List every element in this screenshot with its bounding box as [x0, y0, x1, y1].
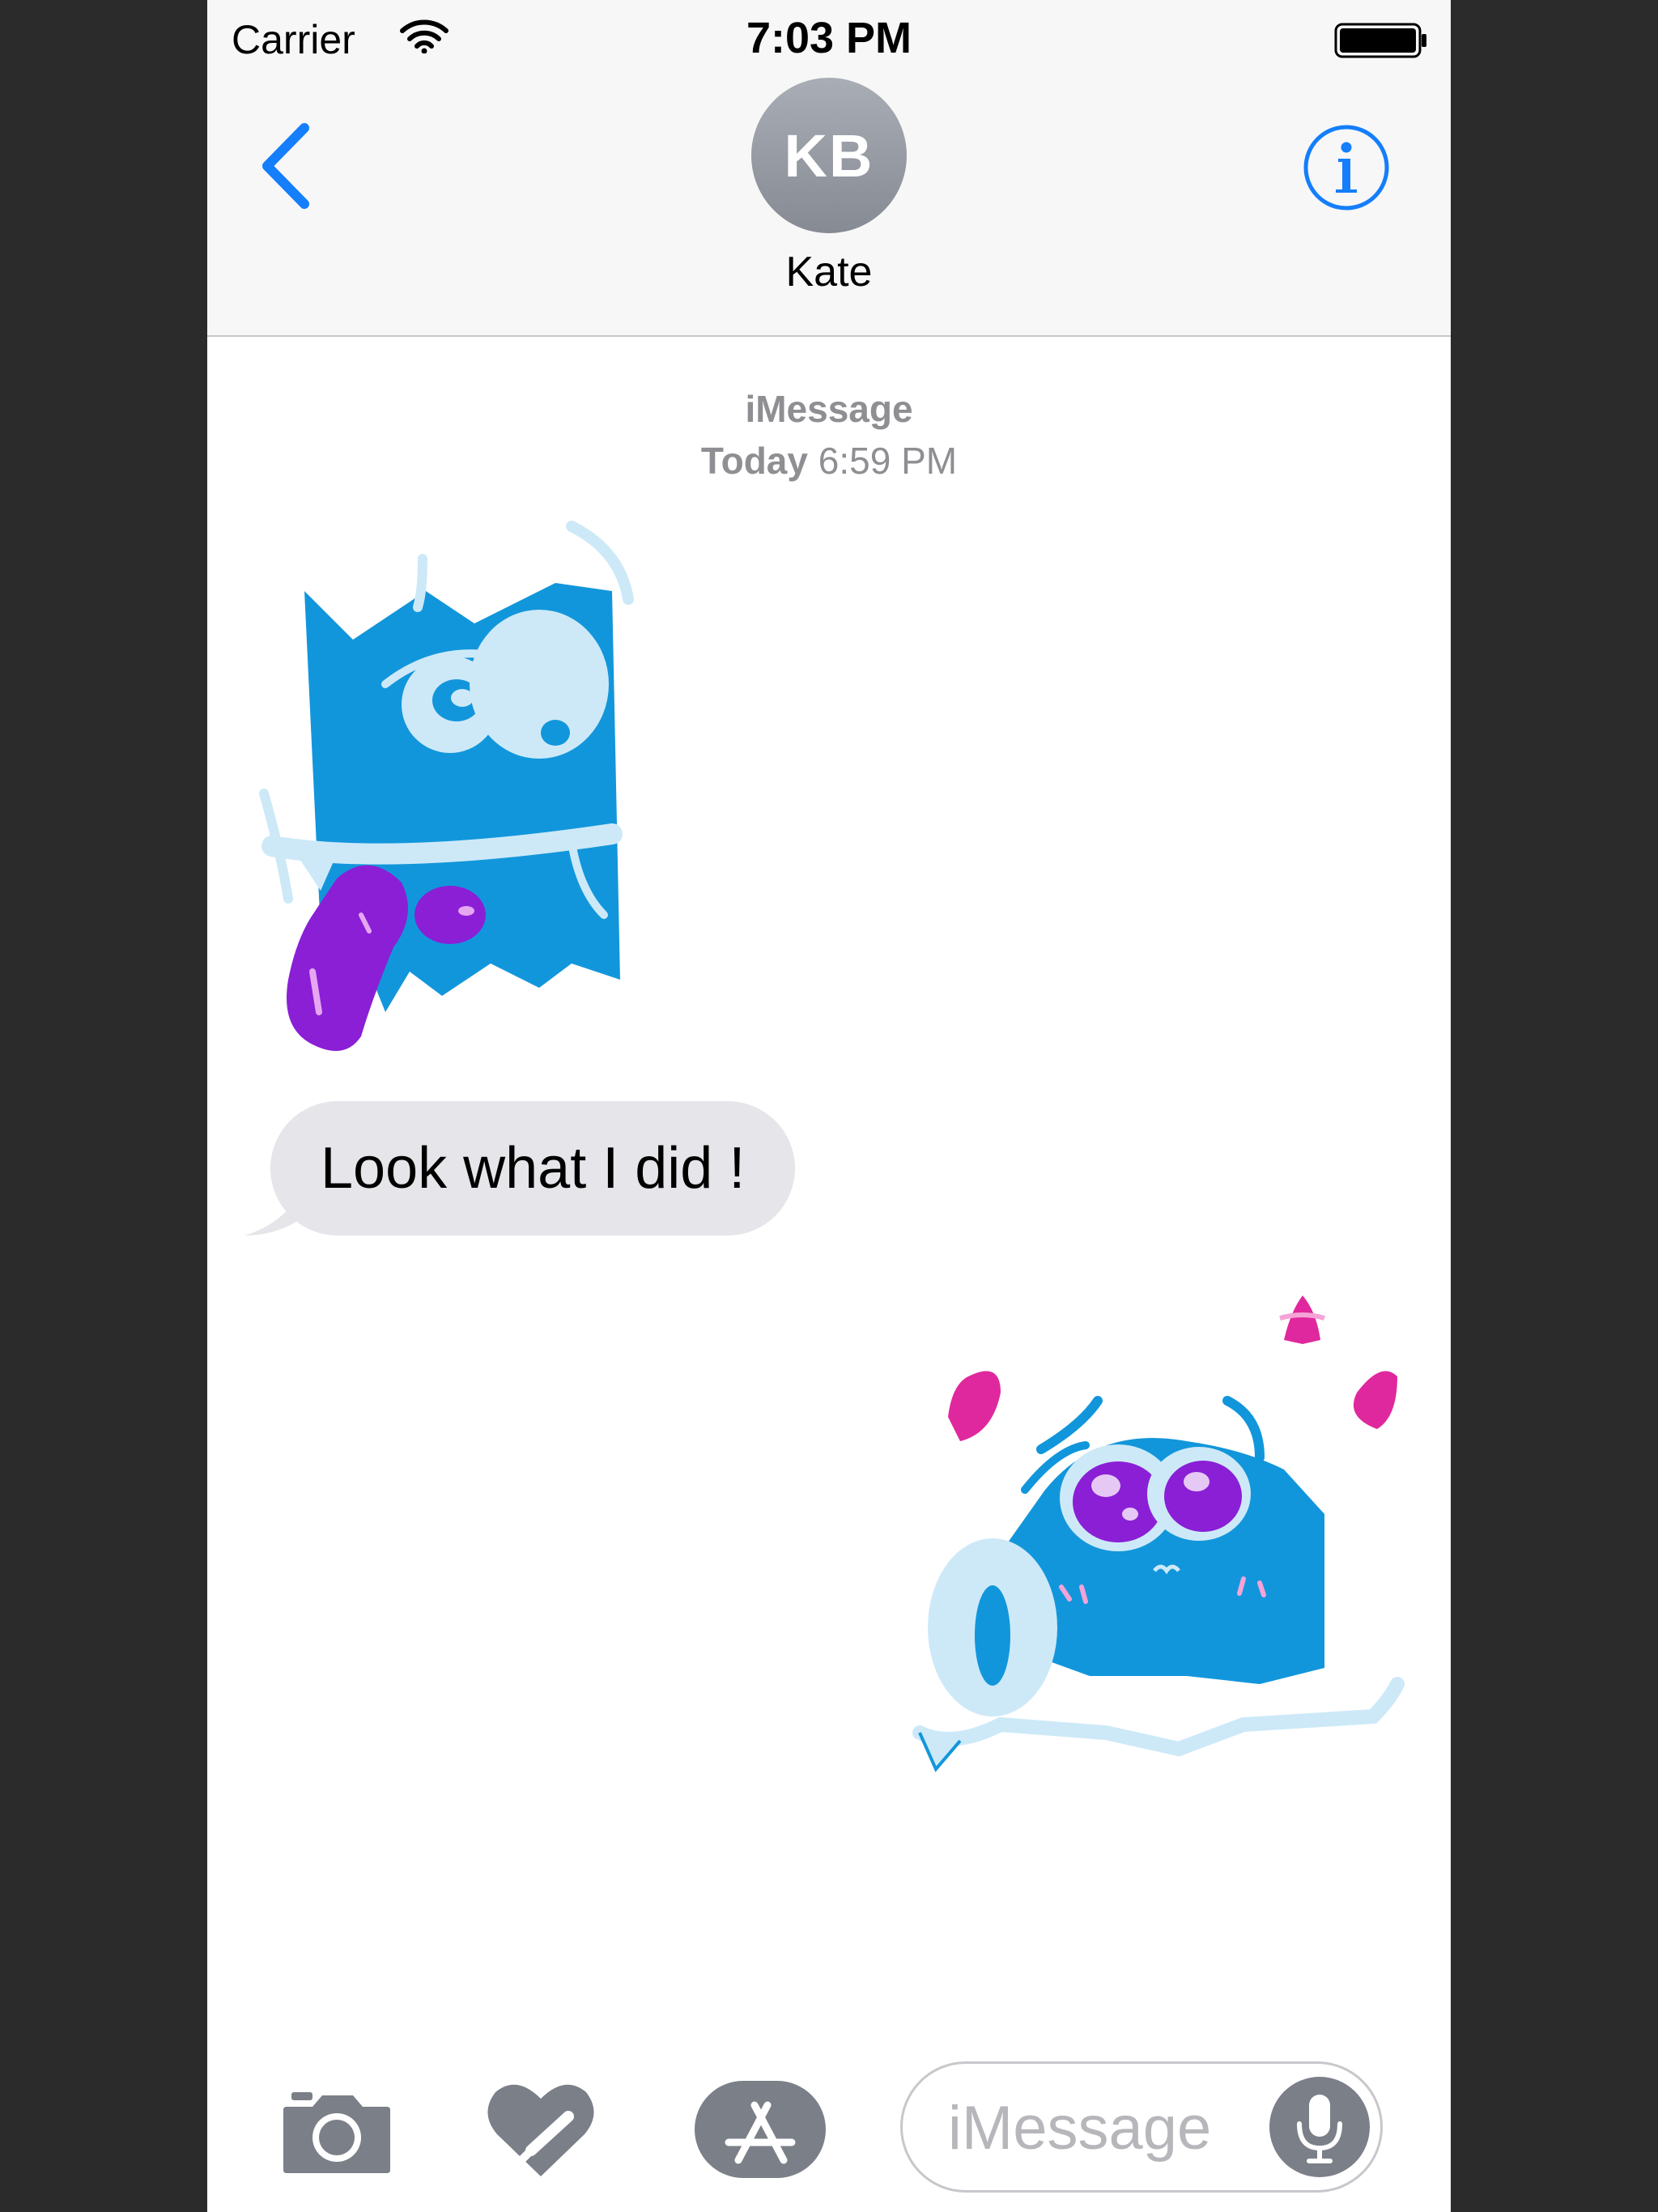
message-input-field[interactable] — [900, 2061, 1383, 2193]
message-toolbar — [207, 2057, 1451, 2212]
avatar-initials: KB — [784, 121, 874, 189]
blue-roll-monster-sticker[interactable] — [903, 1295, 1422, 1785]
timestamp: Today 6:59 PM — [207, 439, 1451, 483]
status-time: 7:03 PM — [746, 14, 912, 62]
messages-screen: Carrier 7:03 PM KB Kate iMessage Today 6… — [207, 0, 1451, 2212]
navigation-header: Carrier 7:03 PM KB Kate — [207, 0, 1451, 337]
chevron-left-icon[interactable] — [254, 121, 319, 215]
conversation-meta: iMessage Today 6:59 PM — [207, 387, 1451, 483]
app-store-icon[interactable] — [693, 2079, 827, 2184]
contact-name[interactable]: Kate — [207, 248, 1451, 296]
microphone-icon[interactable] — [1267, 2074, 1372, 2184]
time-label: 6:59 PM — [818, 440, 958, 482]
digital-touch-heart-icon[interactable] — [484, 2078, 597, 2184]
blue-monster-sticker[interactable] — [232, 510, 782, 1065]
message-input[interactable] — [946, 2078, 1257, 2177]
camera-icon[interactable] — [280, 2079, 393, 2180]
avatar[interactable]: KB — [751, 78, 907, 233]
message-bubble-incoming[interactable]: Look what I did ! — [270, 1101, 796, 1236]
service-label: iMessage — [745, 388, 913, 430]
info-circle-icon[interactable] — [1302, 123, 1391, 216]
battery-icon — [1334, 21, 1428, 64]
message-text: Look what I did ! — [321, 1136, 746, 1201]
date-label: Today — [700, 440, 808, 482]
